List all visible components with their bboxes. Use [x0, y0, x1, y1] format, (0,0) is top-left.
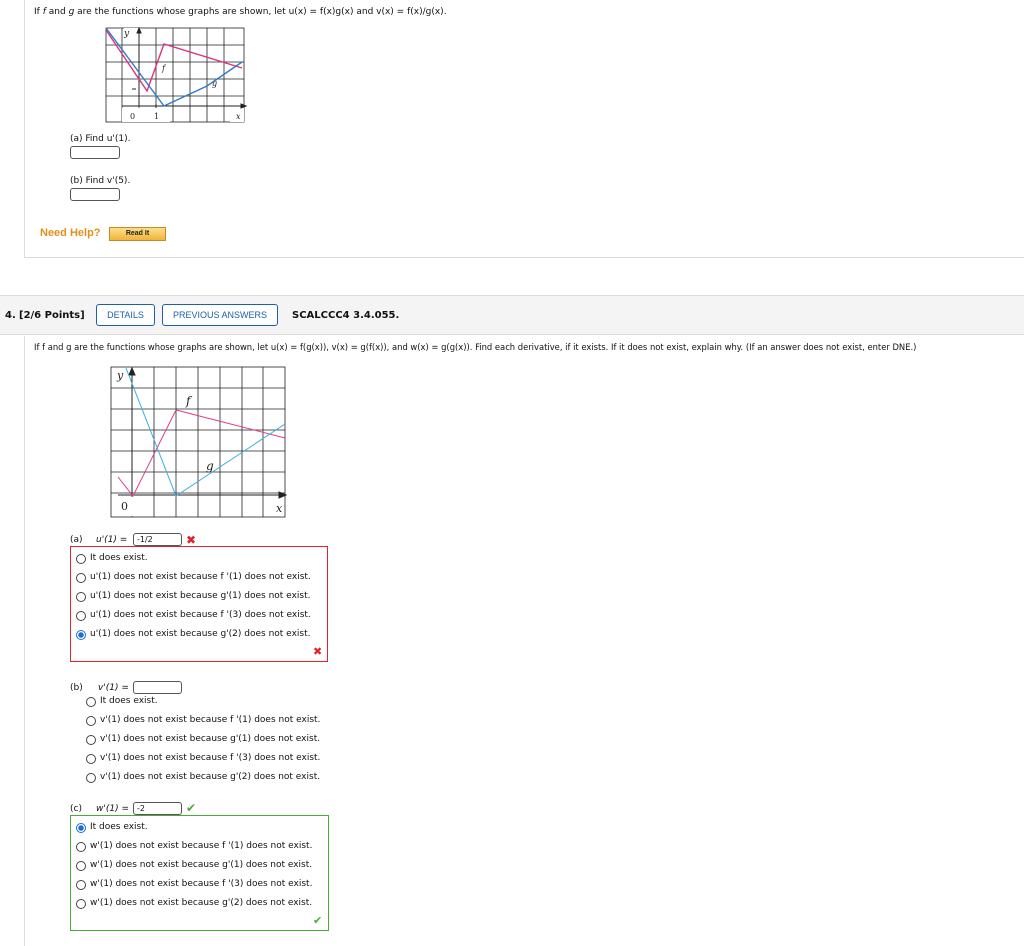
radio-button[interactable] — [76, 554, 86, 564]
q3-x-label: x — [236, 112, 241, 121]
correct-icon: ✔ — [186, 801, 197, 815]
q4-f-label: f — [185, 394, 193, 408]
q4-x-label: x — [276, 502, 283, 515]
q3-g-label: g — [212, 79, 217, 88]
radio-button[interactable] — [76, 592, 86, 602]
q4-g-label: g — [206, 459, 214, 473]
radio-button[interactable] — [86, 697, 96, 707]
q4-points: [2/6 Points] — [19, 310, 85, 321]
radio-button[interactable] — [86, 716, 96, 726]
q3-part-a-input[interactable] — [70, 146, 120, 159]
radio-button[interactable] — [76, 861, 86, 871]
part-b-answer-input[interactable] — [133, 681, 182, 694]
q3-f-label: f — [161, 64, 167, 73]
q4-f-curve — [117, 409, 286, 497]
part-c-answer-input[interactable]: -2 — [133, 802, 182, 815]
part-b-expr: v'(1) = — [98, 683, 129, 693]
q3-part-a-label: (a) Find u'(1). — [70, 134, 131, 144]
radio-button[interactable] — [76, 611, 86, 621]
q3-y-label: y — [123, 29, 130, 39]
part-c-expr: w'(1) = — [96, 804, 129, 814]
radio-button[interactable] — [86, 735, 96, 745]
correct-icon: ✔ — [313, 914, 323, 927]
radio-button[interactable] — [86, 754, 96, 764]
q3-part-b-input[interactable] — [70, 188, 120, 201]
radio-button-selected[interactable] — [76, 823, 86, 833]
part-a-answer-input[interactable]: -1/2 — [133, 533, 182, 546]
q4-number: 4. — [5, 310, 16, 321]
q3-one-label: 1 — [154, 112, 159, 121]
q3-graph: y f g 0 1 x — [105, 26, 248, 123]
q4-graph: y f g 0 x — [110, 366, 288, 518]
q3-zero-label: 0 — [130, 112, 135, 121]
details-button[interactable]: DETAILS — [96, 304, 155, 326]
radio-button[interactable] — [76, 842, 86, 852]
q3-prompt: If f and g are the functions whose graph… — [34, 7, 447, 17]
radio-button[interactable] — [76, 573, 86, 583]
q3-part-b-label: (b) Find v'(5). — [70, 176, 131, 186]
problem-code: SCALCCC4 3.4.055. — [292, 310, 400, 321]
previous-answers-button[interactable]: PREVIOUS ANSWERS — [162, 304, 278, 326]
q4-y-label: y — [116, 369, 124, 382]
part-b-label: (b) — [70, 683, 83, 693]
radio-button[interactable] — [86, 773, 96, 783]
radio-button[interactable] — [76, 880, 86, 890]
part-a-label: (a) — [70, 535, 83, 545]
read-it-button[interactable]: Read It — [109, 227, 166, 241]
part-a-expr: u'(1) = — [96, 535, 128, 545]
incorrect-icon: ✖ — [313, 645, 323, 658]
q4-prompt: If f and g are the functions whose graph… — [34, 342, 917, 352]
q4-zero-label: 0 — [121, 500, 128, 513]
part-c-label: (c) — [70, 804, 82, 814]
radio-button-selected[interactable] — [76, 630, 86, 640]
radio-button[interactable] — [76, 899, 86, 909]
need-help-label: Need Help? — [40, 227, 101, 239]
